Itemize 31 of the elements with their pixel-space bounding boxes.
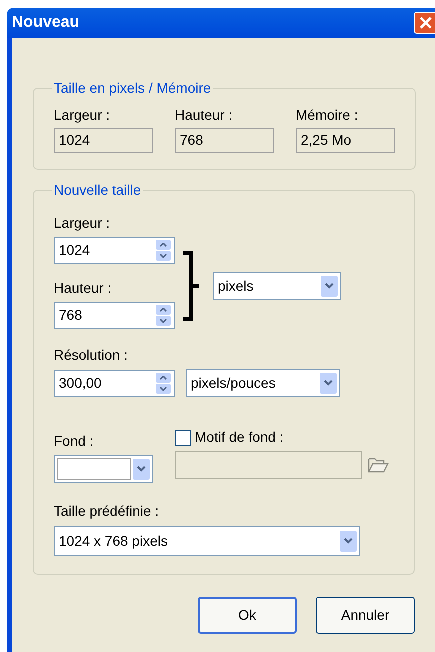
width-field[interactable]: 1024 — [54, 237, 175, 264]
window-title: Nouveau — [12, 13, 81, 33]
readonly-field: 2,25 Mo — [296, 128, 395, 153]
field-label: Mémoire : — [296, 106, 360, 125]
spinner-icon[interactable] — [156, 305, 171, 326]
field-label: Taille prédéfinie : — [54, 502, 160, 521]
close-button[interactable] — [414, 12, 435, 34]
readonly-field: 768 — [175, 128, 274, 153]
spinner-icon[interactable] — [156, 240, 171, 261]
dialog-button[interactable]: Ok — [198, 597, 297, 634]
preset-select[interactable]: 1024 x 768 pixels — [54, 526, 360, 556]
field-label: Résolution : — [54, 346, 129, 365]
field-label: Fond : — [54, 432, 95, 451]
group-title: Nouvelle taille — [53, 181, 142, 200]
close-icon — [420, 17, 432, 29]
resolution-field[interactable]: 300,00 — [54, 370, 175, 396]
height-field[interactable]: 768 — [54, 302, 175, 329]
readonly-field: 1024 — [54, 128, 153, 153]
field-label: Largeur : — [54, 106, 112, 125]
field-label: Largeur : — [54, 214, 112, 233]
color-picker[interactable] — [54, 455, 153, 483]
field-label: Motif de fond : — [195, 428, 284, 447]
dialog-button[interactable]: Annuler — [316, 597, 415, 634]
field-label: Hauteur : — [175, 106, 234, 125]
spinner-icon[interactable] — [156, 372, 171, 394]
unit-select[interactable]: pixels — [213, 272, 341, 300]
folder-icon[interactable] — [368, 456, 390, 474]
resolution-unit-select[interactable]: pixels/pouces — [186, 369, 340, 397]
group-title: Taille en pixels / Mémoire — [53, 79, 212, 98]
link-bracket-icon — [183, 251, 199, 321]
field-label: Hauteur : — [54, 279, 113, 298]
